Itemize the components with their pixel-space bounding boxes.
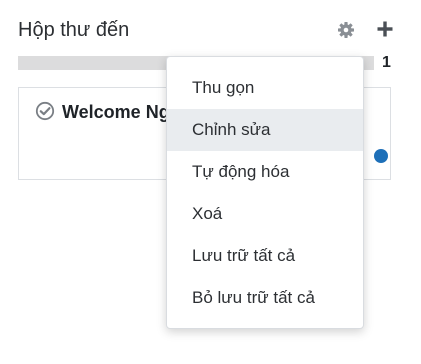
- check-circle-icon[interactable]: [35, 101, 55, 121]
- column-title[interactable]: Hộp thư đến: [18, 18, 129, 42]
- gear-icon[interactable]: [336, 20, 356, 40]
- card-title: Welcome Ng: [62, 102, 170, 122]
- menu-item-fold[interactable]: Thu gọn: [167, 67, 363, 109]
- menu-item-delete[interactable]: Xoá: [167, 193, 363, 235]
- avatar[interactable]: [374, 149, 388, 163]
- add-record-button[interactable]: [375, 19, 395, 39]
- plus-icon: [377, 21, 393, 37]
- menu-item-automation[interactable]: Tự động hóa: [167, 151, 363, 193]
- menu-item-edit[interactable]: Chỉnh sửa: [167, 109, 363, 151]
- column-options-menu: Thu gọn Chỉnh sửa Tự động hóa Xoá Lưu tr…: [166, 56, 364, 329]
- record-count: 1: [382, 54, 391, 71]
- menu-item-archive-all[interactable]: Lưu trữ tất cả: [167, 235, 363, 277]
- menu-item-unarchive-all[interactable]: Bỏ lưu trữ tất cả: [167, 277, 363, 319]
